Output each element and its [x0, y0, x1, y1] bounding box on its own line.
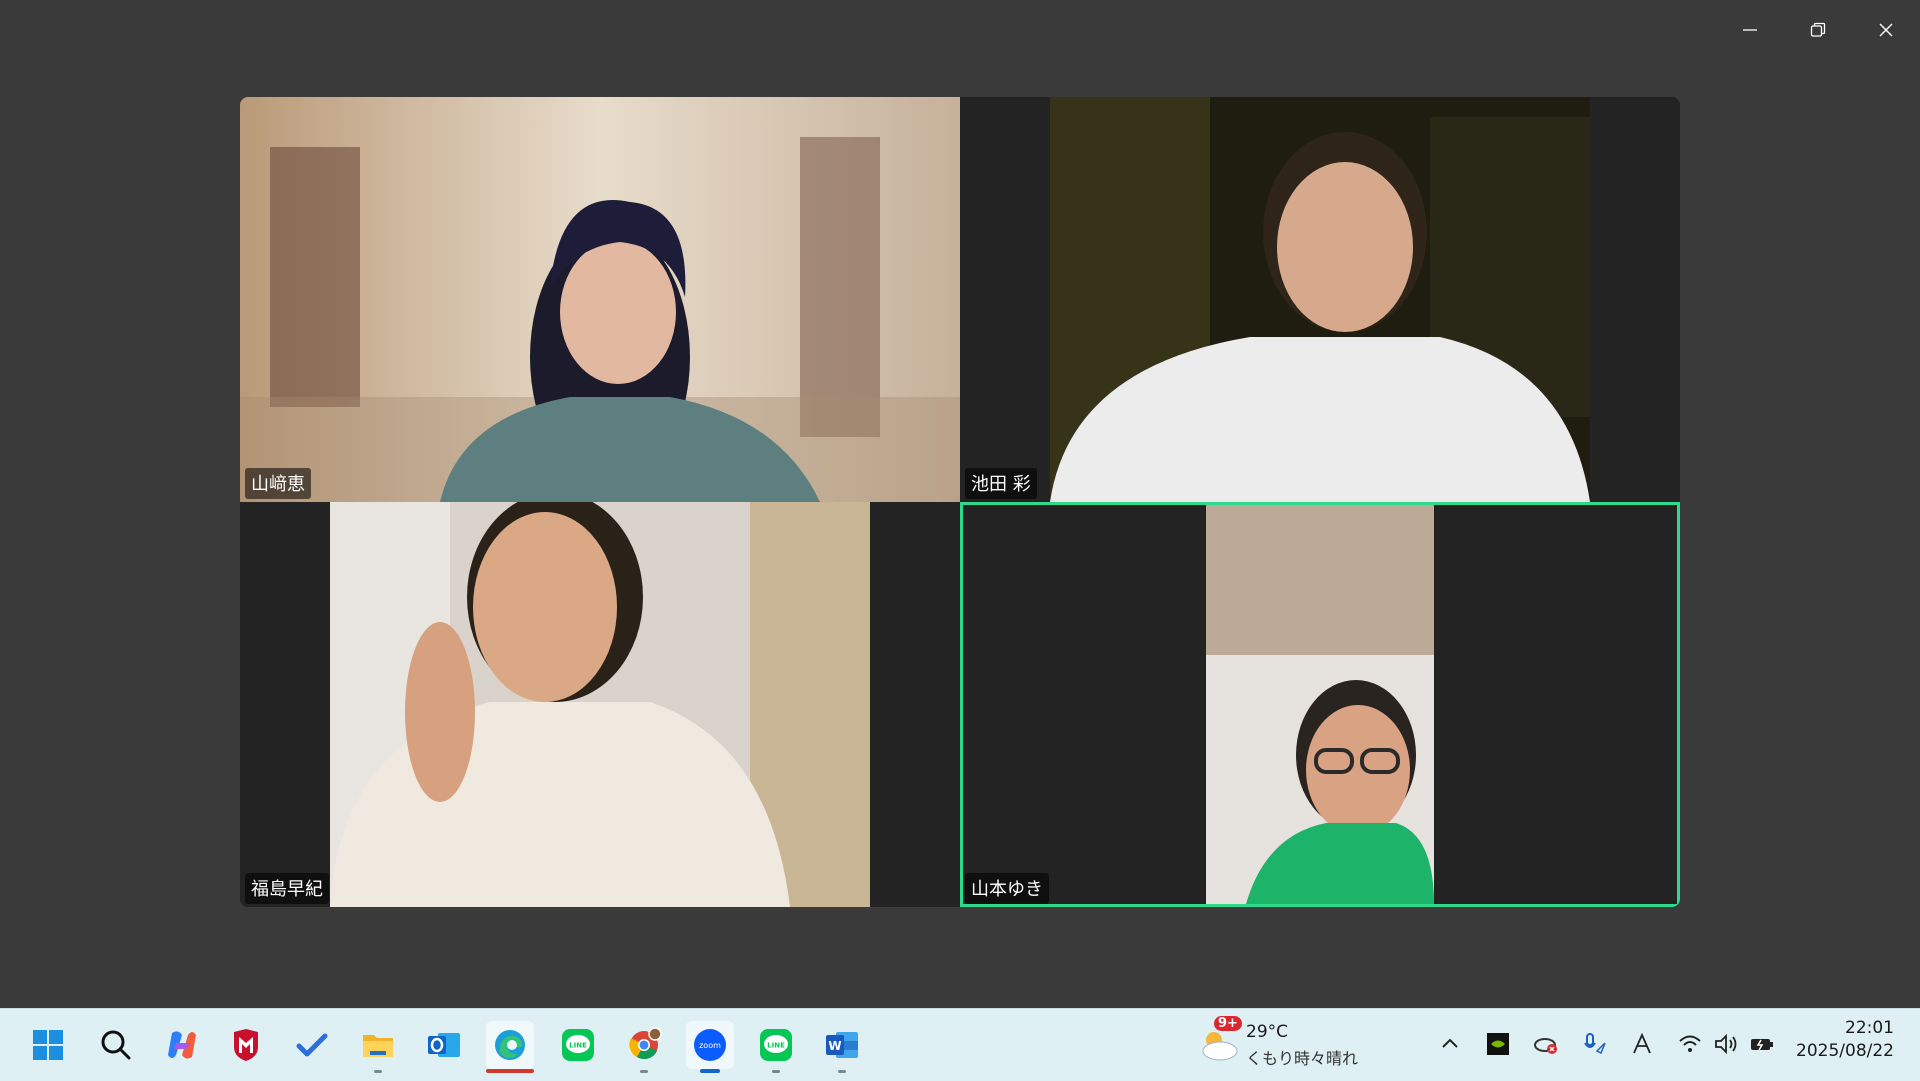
participant-video	[330, 502, 870, 907]
weather-temperature: 29°C	[1246, 1022, 1289, 1042]
outlook-icon	[428, 1033, 460, 1057]
taskbar-clock[interactable]: 22:01 2025/08/22	[1796, 1018, 1894, 1061]
svg-text:zoom: zoom	[699, 1041, 721, 1050]
participant-name: 福島早紀	[245, 873, 329, 904]
chrome-app[interactable]	[620, 1021, 668, 1073]
zoom-app[interactable]: zoom	[686, 1021, 734, 1073]
cloud-error-icon	[1534, 1038, 1557, 1054]
restore-button[interactable]	[1784, 0, 1852, 60]
participant-video	[1050, 97, 1590, 502]
word-app[interactable]: W	[818, 1021, 866, 1073]
svg-text:W: W	[828, 1039, 841, 1053]
running-indicator	[700, 1069, 720, 1073]
microphone-location-tray-icon[interactable]	[1576, 1026, 1612, 1062]
todo-app[interactable]	[288, 1021, 336, 1069]
weather-widget[interactable]: 9+ 29°C くもり時々晴れ	[1196, 1016, 1366, 1072]
participant-tile[interactable]: 池田 彩	[960, 97, 1680, 502]
running-indicator	[838, 1070, 846, 1073]
chevron-up-icon	[1442, 1038, 1458, 1048]
volume-button[interactable]	[1708, 1026, 1744, 1062]
line-icon: LINE	[562, 1029, 594, 1061]
search-button[interactable]	[92, 1021, 140, 1069]
nvidia-icon	[1487, 1033, 1509, 1055]
participant-video	[240, 97, 960, 502]
clock-date: 2025/08/22	[1796, 1041, 1894, 1061]
notification-badge: 9+	[1214, 1016, 1242, 1031]
weather-condition: くもり時々晴れ	[1246, 1049, 1359, 1068]
participant-name: 池田 彩	[965, 468, 1037, 499]
microphone-icon	[1584, 1033, 1606, 1055]
show-hidden-icons-button[interactable]	[1432, 1026, 1468, 1062]
copilot-icon	[168, 1031, 196, 1059]
input-method-indicator[interactable]	[1624, 1026, 1660, 1062]
close-button[interactable]	[1852, 0, 1920, 60]
running-indicator	[374, 1070, 382, 1073]
onedrive-tray-icon[interactable]	[1528, 1026, 1564, 1062]
line-icon: LINE	[760, 1029, 792, 1061]
line-app[interactable]: LINE	[554, 1021, 602, 1069]
word-icon: W	[826, 1032, 858, 1058]
participant-tile[interactable]: 福島早紀	[240, 502, 960, 907]
restore-icon	[1810, 22, 1826, 37]
edge-icon	[495, 1030, 525, 1060]
folder-icon	[363, 1035, 393, 1057]
nvidia-tray-icon[interactable]	[1480, 1026, 1516, 1062]
line-app[interactable]: LINE	[752, 1021, 800, 1073]
minimize-button[interactable]	[1716, 0, 1784, 60]
chrome-icon	[629, 1027, 662, 1060]
svg-text:LINE: LINE	[569, 1042, 587, 1050]
participant-tile[interactable]: 山﨑恵	[240, 97, 960, 502]
mcafee-app[interactable]	[222, 1021, 270, 1069]
clock-time: 22:01	[1845, 1018, 1894, 1038]
network-button[interactable]	[1672, 1026, 1708, 1062]
edge-app[interactable]	[486, 1021, 534, 1073]
battery-charging-icon	[1751, 1039, 1773, 1051]
wifi-icon	[1679, 1035, 1701, 1052]
video-gallery: 山﨑恵 池田 彩 福島早紀 山本ゆき	[240, 97, 1680, 907]
window-controls	[1716, 0, 1920, 60]
copilot-app[interactable]	[158, 1021, 206, 1069]
checkmark-icon	[296, 1033, 328, 1057]
minimize-icon	[1743, 29, 1757, 31]
running-indicator	[486, 1069, 534, 1073]
participant-video	[1206, 505, 1434, 904]
svg-text:LINE: LINE	[767, 1042, 785, 1050]
search-icon	[101, 1030, 131, 1060]
outlook-app[interactable]	[420, 1021, 468, 1069]
file-explorer-app[interactable]	[354, 1021, 402, 1073]
running-indicator	[772, 1070, 780, 1073]
speaker-icon	[1715, 1033, 1737, 1055]
running-indicator	[640, 1070, 648, 1073]
battery-button[interactable]	[1744, 1026, 1780, 1062]
participant-name: 山﨑恵	[245, 468, 311, 499]
windows-logo-icon	[33, 1030, 63, 1060]
mcafee-shield-icon	[234, 1029, 258, 1061]
zoom-icon: zoom	[694, 1029, 726, 1061]
ime-letter-a-icon	[1633, 1032, 1651, 1054]
participant-name: 山本ゆき	[965, 873, 1049, 904]
close-icon	[1879, 23, 1893, 37]
participant-tile-active-speaker[interactable]: 山本ゆき	[960, 502, 1680, 907]
start-button[interactable]	[24, 1021, 72, 1069]
